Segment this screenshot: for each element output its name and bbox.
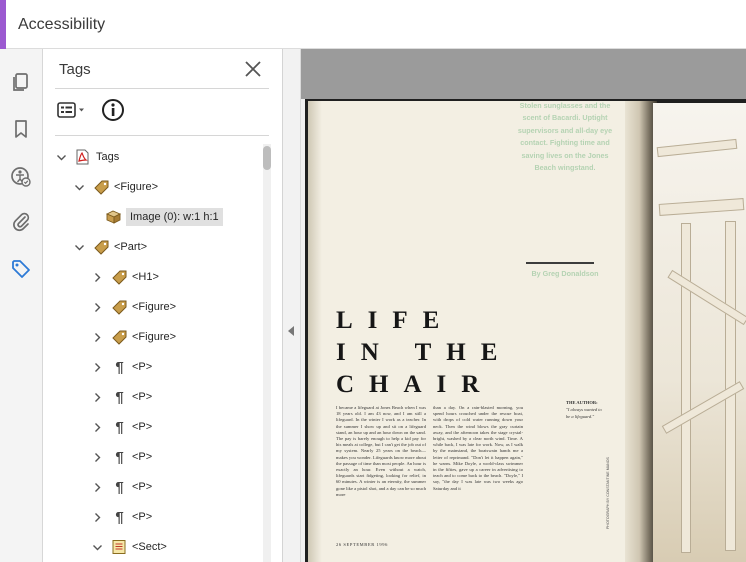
- headline-line-3: CHAIR: [336, 371, 495, 398]
- chevron-right-icon[interactable]: [91, 481, 103, 493]
- byline: By Greg Donaldson: [531, 269, 599, 278]
- attachments-icon[interactable]: [9, 209, 33, 233]
- tree-row-paragraph[interactable]: ¶ <P>: [91, 505, 152, 529]
- chevron-right-icon[interactable]: [91, 391, 103, 403]
- tree-row-paragraph[interactable]: ¶ <P>: [91, 475, 152, 499]
- pdf-icon: [75, 149, 92, 165]
- chevron-right-icon[interactable]: [91, 451, 103, 463]
- tree-row-figure[interactable]: <Figure>: [91, 325, 176, 349]
- pages-icon[interactable]: [9, 70, 33, 94]
- tree-label: <P>: [132, 421, 153, 433]
- photo-credit: PHOTOGRAPH BY CONSTANTINE MANOS: [606, 457, 610, 529]
- chevron-right-icon[interactable]: [91, 271, 103, 283]
- close-icon[interactable]: [243, 59, 263, 79]
- paragraph-icon: ¶: [115, 508, 124, 526]
- tags-panel: Tags Tags <Figure> Image (0): w:1 h:1 <P…: [43, 49, 283, 562]
- tree-row-h1[interactable]: <H1>: [91, 265, 159, 289]
- chevron-down-icon[interactable]: [73, 241, 85, 253]
- tree-row-figure[interactable]: <Figure>: [91, 295, 176, 319]
- magazine-right-page-photo: [653, 103, 746, 562]
- accent-strip: [0, 0, 6, 49]
- options-menu-icon[interactable]: [56, 100, 86, 120]
- headline-line-1: LIFE: [336, 307, 455, 334]
- tree-label: <Sect>: [132, 541, 167, 553]
- chevron-right-icon[interactable]: [91, 421, 103, 433]
- author-quote: "I always wanted to be a lifeguard.": [566, 407, 602, 419]
- paragraph-icon: ¶: [115, 448, 124, 466]
- tree-label: <Part>: [114, 241, 148, 253]
- author-label: THE AUTHOR:: [566, 400, 598, 405]
- tree-label: <P>: [132, 361, 153, 373]
- title-bar: Accessibility: [0, 0, 746, 49]
- headline-line-2: IN THE: [336, 339, 513, 366]
- tag-icon: [93, 179, 110, 195]
- lifeguard-stand-beam: [658, 198, 745, 216]
- tree-label: <P>: [132, 451, 153, 463]
- chevron-right-icon[interactable]: [91, 511, 103, 523]
- tree-label: <Figure>: [132, 301, 177, 313]
- page-gutter: [301, 49, 746, 99]
- chevron-right-icon[interactable]: [91, 331, 103, 343]
- page-footer: 26 SEPTEMBER 1996: [336, 542, 388, 547]
- paragraph-icon: ¶: [115, 358, 124, 376]
- tags-toolbar: [56, 97, 125, 123]
- tag-icon: [93, 239, 110, 255]
- page-shadow: [308, 101, 322, 562]
- quote-rule: [526, 262, 594, 264]
- body-column-2: than a day. On a rain-blasted morning, y…: [433, 405, 523, 491]
- paragraph-icon: ¶: [115, 418, 124, 436]
- collapse-panel-icon[interactable]: [288, 326, 294, 336]
- tree-label: <H1>: [132, 271, 159, 283]
- tree-label: <P>: [132, 391, 153, 403]
- tree-row-figure[interactable]: <Figure>: [73, 175, 158, 199]
- tree-row-paragraph[interactable]: ¶ <P>: [91, 415, 152, 439]
- chevron-right-icon[interactable]: [91, 361, 103, 373]
- author-note: THE AUTHOR: "I always wanted to be a lif…: [566, 399, 606, 420]
- tree-row-paragraph[interactable]: ¶ <P>: [91, 385, 152, 409]
- lifeguard-stand-post: [681, 223, 691, 553]
- app-title: Accessibility: [18, 16, 106, 33]
- tag-icon: [111, 299, 128, 315]
- left-navigation-rail: [0, 49, 43, 562]
- tree-row-paragraph[interactable]: ¶ <P>: [91, 355, 152, 379]
- accessibility-checker-icon[interactable]: [9, 165, 33, 189]
- chevron-right-icon[interactable]: [91, 301, 103, 313]
- pdf-page-image[interactable]: Stolen sunglasses and the scent of Bacar…: [305, 99, 746, 562]
- tags-icon[interactable]: [9, 257, 33, 281]
- tree-row-tags-root[interactable]: Tags: [55, 145, 119, 169]
- tree-row-section[interactable]: <Sect>: [91, 535, 167, 559]
- tree-row-image[interactable]: Image (0): w:1 h:1: [105, 205, 223, 229]
- toolbar-divider: [55, 135, 269, 136]
- body-column-1: I became a lifeguard at Jones Beach when…: [336, 405, 426, 497]
- header-divider: [55, 88, 269, 89]
- info-icon[interactable]: [101, 98, 125, 122]
- tree-label-selected: Image (0): w:1 h:1: [126, 208, 223, 226]
- tree-scrollbar-thumb[interactable]: [263, 146, 271, 170]
- tags-panel-header: Tags: [43, 49, 283, 89]
- tag-icon: [111, 329, 128, 345]
- section-icon: [111, 539, 128, 555]
- tag-icon: [111, 269, 128, 285]
- pull-quote: Stolen sunglasses and the scent of Bacar…: [517, 101, 613, 173]
- tree-label: <Figure>: [132, 331, 177, 343]
- chevron-down-icon[interactable]: [91, 541, 103, 553]
- panel-splitter[interactable]: [283, 49, 301, 562]
- bookmark-icon[interactable]: [9, 117, 33, 141]
- tree-label: <P>: [132, 511, 153, 523]
- lifeguard-stand-beam: [656, 138, 738, 158]
- paragraph-icon: ¶: [115, 388, 124, 406]
- tree-row-paragraph[interactable]: ¶ <P>: [91, 445, 152, 469]
- tree-label: <Figure>: [114, 181, 159, 193]
- tree-label: <P>: [132, 481, 153, 493]
- tree-row-part[interactable]: <Part>: [73, 235, 147, 259]
- tree-label: Tags: [96, 151, 120, 163]
- chevron-down-icon[interactable]: [73, 181, 85, 193]
- tags-panel-title: Tags: [59, 61, 91, 78]
- tree-scrollbar[interactable]: [263, 144, 271, 562]
- chevron-down-icon[interactable]: [55, 151, 67, 163]
- paragraph-icon: ¶: [115, 478, 124, 496]
- image-icon: [105, 209, 122, 225]
